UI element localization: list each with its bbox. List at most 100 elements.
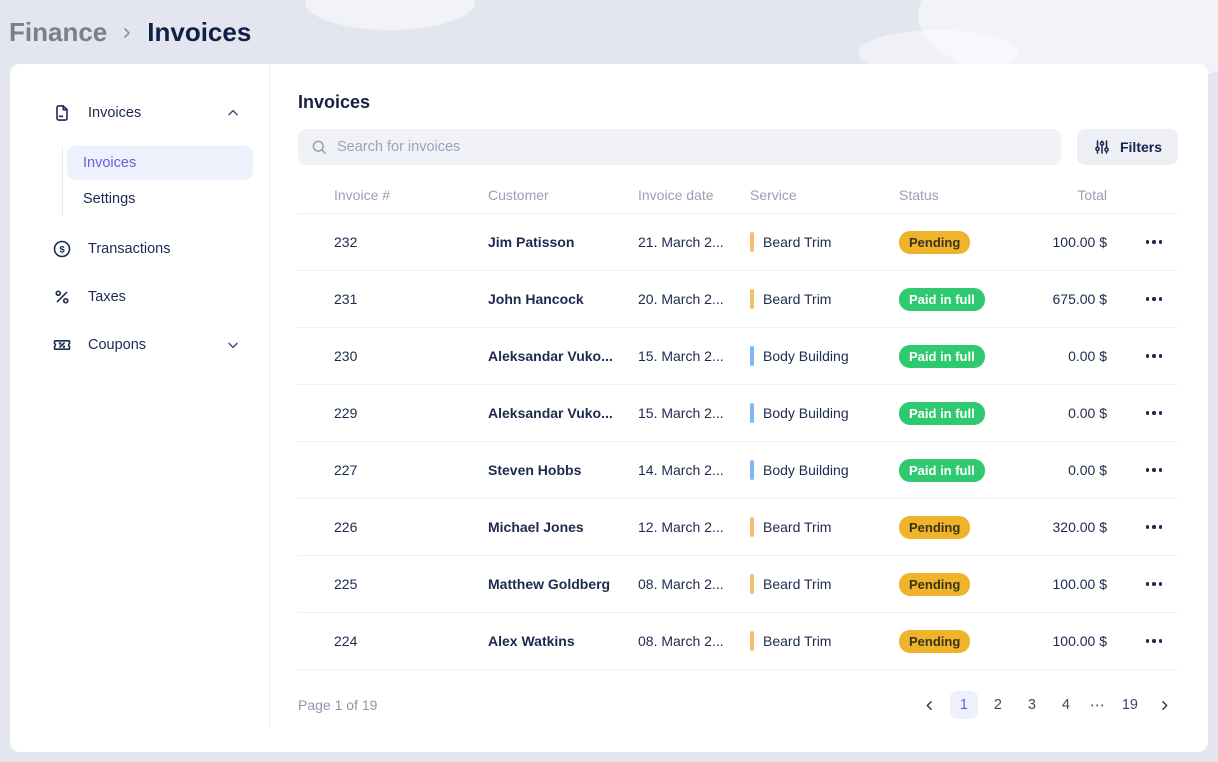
table-row[interactable]: 226 Michael Jones 12. March 2... Beard T…: [298, 499, 1178, 556]
service-color-bar: [750, 232, 754, 252]
table-row[interactable]: 225 Matthew Goldberg 08. March 2... Bear…: [298, 556, 1178, 613]
sidebar-item-label: Taxes: [88, 289, 126, 305]
service-color-bar: [750, 517, 754, 537]
service-name: Beard Trim: [763, 576, 831, 592]
service-color-bar: [750, 403, 754, 423]
filters-sliders-icon: [1093, 138, 1111, 156]
coupons-icon: [52, 335, 72, 355]
breadcrumb-parent[interactable]: Finance: [9, 17, 107, 48]
invoice-total: 675.00 $: [1019, 291, 1107, 307]
pagination-ellipsis: ⋯: [1086, 696, 1110, 714]
chevron-right-icon: [119, 25, 135, 41]
page-title: Invoices: [298, 92, 1178, 113]
service-name: Beard Trim: [763, 519, 831, 535]
pagination-prev-button[interactable]: [916, 691, 944, 719]
table-header: Invoice # Customer Invoice date Service …: [298, 175, 1178, 214]
sidebar-item-taxes[interactable]: Taxes: [52, 282, 241, 312]
invoice-date: 12. March 2...: [638, 519, 750, 535]
table-row[interactable]: 229 Aleksandar Vuko... 15. March 2... Bo…: [298, 385, 1178, 442]
sidebar-item-coupons[interactable]: Coupons: [52, 330, 241, 360]
status-badge: Pending: [899, 516, 970, 539]
status-cell: Paid in full: [899, 402, 1019, 425]
page-breadcrumb-current: Invoices: [147, 17, 251, 48]
customer-name: Jim Patisson: [488, 234, 638, 250]
service-name: Beard Trim: [763, 633, 831, 649]
sidebar-item-invoices[interactable]: Invoices: [52, 98, 241, 128]
sidebar-invoices-subtree: Invoices Settings: [62, 146, 253, 216]
customer-name: Matthew Goldberg: [488, 576, 638, 592]
more-actions-button[interactable]: [1142, 576, 1167, 592]
sidebar: Invoices Invoices Settings $ Transaction…: [10, 64, 270, 728]
search-icon: [310, 138, 328, 156]
invoice-number: 230: [298, 348, 488, 364]
pagination-page-2[interactable]: 2: [984, 691, 1012, 719]
invoice-date: 14. March 2...: [638, 462, 750, 478]
more-actions-button[interactable]: [1142, 405, 1167, 421]
table-row[interactable]: 230 Aleksandar Vuko... 15. March 2... Bo…: [298, 328, 1178, 385]
status-cell: Paid in full: [899, 345, 1019, 368]
pagination: Page 1 of 19 1 2 3 4 ⋯ 19: [298, 670, 1178, 719]
more-actions-button[interactable]: [1142, 633, 1167, 649]
pagination-page-4[interactable]: 4: [1052, 691, 1080, 719]
search-input[interactable]: [337, 139, 1049, 155]
more-actions-button[interactable]: [1142, 234, 1167, 250]
customer-name: Steven Hobbs: [488, 462, 638, 478]
column-header-invoice: Invoice #: [298, 187, 488, 203]
invoice-date: 20. March 2...: [638, 291, 750, 307]
more-actions-button[interactable]: [1142, 462, 1167, 478]
customer-name: Michael Jones: [488, 519, 638, 535]
content-card: Invoices Invoices Settings $ Transaction…: [10, 64, 1208, 752]
sidebar-subitem-settings[interactable]: Settings: [67, 182, 253, 216]
more-actions-button[interactable]: [1142, 348, 1167, 364]
service-cell: Body Building: [750, 403, 899, 423]
sidebar-subitem-invoices[interactable]: Invoices: [67, 146, 253, 180]
invoice-date: 15. March 2...: [638, 348, 750, 364]
status-cell: Pending: [899, 630, 1019, 653]
sidebar-item-label: Transactions: [88, 241, 170, 257]
table-row[interactable]: 224 Alex Watkins 08. March 2... Beard Tr…: [298, 613, 1178, 670]
service-cell: Beard Trim: [750, 631, 899, 651]
pagination-page-19[interactable]: 19: [1116, 691, 1144, 719]
chevron-up-icon[interactable]: [225, 105, 241, 121]
taxes-icon: [52, 287, 72, 307]
status-cell: Pending: [899, 231, 1019, 254]
service-color-bar: [750, 574, 754, 594]
sidebar-item-transactions[interactable]: $ Transactions: [52, 234, 241, 264]
customer-name: Alex Watkins: [488, 633, 638, 649]
invoice-total: 100.00 $: [1019, 633, 1107, 649]
invoice-number: 226: [298, 519, 488, 535]
pagination-page-1[interactable]: 1: [950, 691, 978, 719]
table-row[interactable]: 227 Steven Hobbs 14. March 2... Body Bui…: [298, 442, 1178, 499]
status-badge: Paid in full: [899, 288, 985, 311]
customer-name: Aleksandar Vuko...: [488, 348, 638, 364]
status-badge: Paid in full: [899, 459, 985, 482]
invoice-total: 0.00 $: [1019, 348, 1107, 364]
search-box[interactable]: [298, 129, 1061, 165]
invoice-number: 232: [298, 234, 488, 250]
table-row[interactable]: 232 Jim Patisson 21. March 2... Beard Tr…: [298, 214, 1178, 271]
invoice-number: 231: [298, 291, 488, 307]
invoice-total: 100.00 $: [1019, 576, 1107, 592]
status-badge: Paid in full: [899, 345, 985, 368]
filters-button[interactable]: Filters: [1077, 129, 1178, 165]
pagination-page-3[interactable]: 3: [1018, 691, 1046, 719]
sidebar-item-label: Invoices: [88, 105, 141, 121]
invoice-number: 225: [298, 576, 488, 592]
status-cell: Paid in full: [899, 288, 1019, 311]
chevron-down-icon[interactable]: [225, 337, 241, 353]
column-header-customer: Customer: [488, 187, 638, 203]
invoice-total: 320.00 $: [1019, 519, 1107, 535]
more-actions-button[interactable]: [1142, 291, 1167, 307]
service-cell: Body Building: [750, 460, 899, 480]
invoice-document-icon: [52, 103, 72, 123]
column-header-total: Total: [1019, 187, 1107, 203]
table-row[interactable]: 231 John Hancock 20. March 2... Beard Tr…: [298, 271, 1178, 328]
service-name: Body Building: [763, 348, 849, 364]
status-badge: Paid in full: [899, 402, 985, 425]
pagination-next-button[interactable]: [1150, 691, 1178, 719]
status-badge: Pending: [899, 630, 970, 653]
transactions-icon: $: [52, 239, 72, 259]
service-name: Body Building: [763, 405, 849, 421]
pagination-summary: Page 1 of 19: [298, 697, 377, 713]
more-actions-button[interactable]: [1142, 519, 1167, 535]
